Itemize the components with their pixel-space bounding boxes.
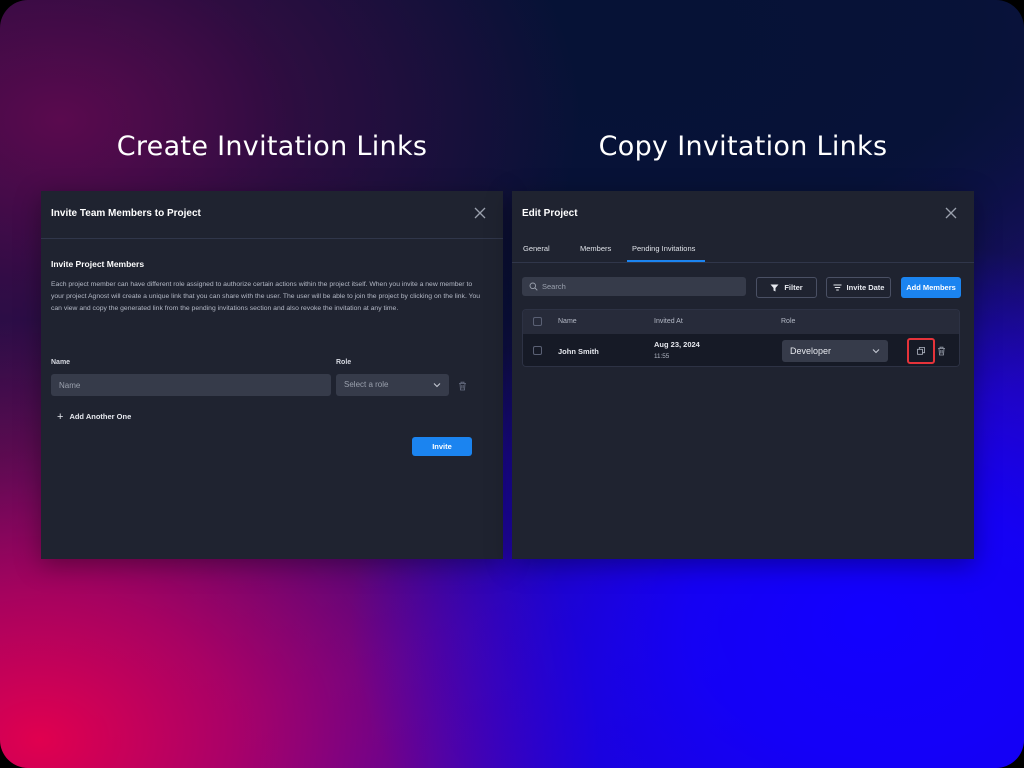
- dialog-title: Invite Team Members to Project: [51, 208, 201, 219]
- background-canvas: Create Invitation Links Copy Invitation …: [0, 0, 1024, 768]
- close-icon[interactable]: [944, 206, 958, 220]
- role-select[interactable]: Select a role: [336, 374, 449, 396]
- filter-icon: [770, 284, 779, 291]
- row-checkbox[interactable]: [533, 346, 542, 355]
- tab-bar: General Members Pending Invitations: [512, 241, 974, 263]
- search-input[interactable]: [542, 277, 738, 296]
- dialog-title: Edit Project: [522, 208, 578, 219]
- plus-icon: +: [57, 410, 64, 423]
- filter-button-label: Filter: [784, 283, 803, 292]
- role-dropdown-value: Developer: [790, 346, 832, 356]
- section-description: Each project member can have different r…: [51, 281, 481, 312]
- tab-general[interactable]: General: [523, 244, 550, 253]
- header-divider: [41, 238, 503, 239]
- table-header: Name Invited At Role: [523, 310, 959, 334]
- chevron-down-icon: [872, 349, 880, 354]
- invite-team-members-dialog: Invite Team Members to Project Invite Pr…: [41, 191, 503, 559]
- trash-icon[interactable]: [458, 381, 467, 391]
- pending-invitations-table: Name Invited At Role John Smith Aug 23, …: [522, 309, 960, 367]
- invite-date-button-label: Invite Date: [846, 283, 885, 292]
- search-icon: [529, 282, 538, 291]
- name-label: Name: [51, 359, 71, 366]
- invite-button[interactable]: Invite: [412, 437, 472, 456]
- close-icon[interactable]: [473, 206, 487, 220]
- search-box: [522, 277, 746, 296]
- column-header-role: Role: [781, 318, 796, 325]
- chevron-down-icon: [433, 383, 441, 388]
- copy-link-button[interactable]: [907, 338, 935, 364]
- add-another-one-label: Add Another One: [69, 412, 132, 421]
- invited-time: 11:55: [654, 353, 670, 360]
- section-title: Invite Project Members: [51, 259, 145, 269]
- name-input[interactable]: [51, 374, 331, 396]
- edit-project-dialog: Edit Project General Members Pending Inv…: [512, 191, 974, 559]
- select-all-checkbox[interactable]: [533, 317, 542, 326]
- heading-create-invitation-links: Create Invitation Links: [116, 131, 428, 162]
- add-members-button[interactable]: Add Members: [901, 277, 961, 298]
- copy-icon: [917, 347, 925, 355]
- add-another-one-button[interactable]: + Add Another One: [57, 410, 132, 423]
- sort-icon: [833, 284, 842, 291]
- column-header-name: Name: [558, 318, 577, 325]
- table-row: John Smith Aug 23, 2024 11:55 Developer: [523, 334, 959, 366]
- tab-divider: [512, 262, 974, 263]
- role-dropdown[interactable]: Developer: [782, 340, 888, 362]
- filter-button[interactable]: Filter: [756, 277, 817, 298]
- invitee-name: John Smith: [558, 347, 599, 356]
- role-select-placeholder: Select a role: [344, 380, 389, 389]
- invited-date: Aug 23, 2024: [654, 340, 700, 349]
- column-header-invited-at: Invited At: [654, 318, 683, 325]
- heading-copy-invitation-links: Copy Invitation Links: [598, 131, 888, 162]
- invite-date-sort-button[interactable]: Invite Date: [826, 277, 891, 298]
- role-label: Role: [336, 359, 352, 366]
- trash-icon[interactable]: [937, 346, 946, 356]
- tab-members[interactable]: Members: [580, 244, 611, 253]
- tab-pending-invitations[interactable]: Pending Invitations: [632, 244, 695, 253]
